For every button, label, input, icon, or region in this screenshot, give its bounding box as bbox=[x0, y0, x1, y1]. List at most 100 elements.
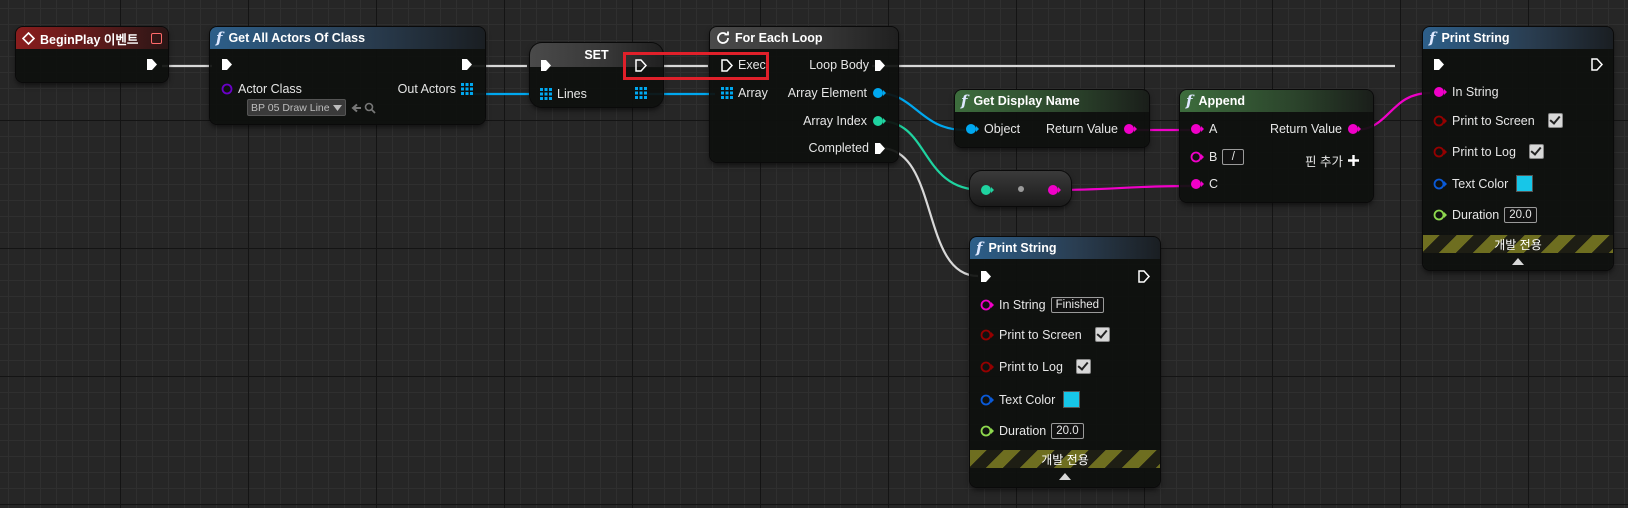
in-string-pin[interactable]: In String bbox=[1433, 85, 1504, 99]
array-pin-icon bbox=[721, 87, 733, 99]
string-pin-icon bbox=[1348, 124, 1361, 134]
object-pin-icon bbox=[873, 88, 886, 98]
print-string-node-bottom[interactable]: f Print String In String Finished Print … bbox=[970, 237, 1160, 487]
exec-pin-icon bbox=[875, 59, 885, 71]
text-color-pin[interactable]: Text Color bbox=[1433, 175, 1534, 192]
get-all-actors-header: f Get All Actors Of Class bbox=[210, 27, 485, 49]
in-string-input[interactable]: Finished bbox=[1050, 297, 1105, 313]
append-return-pin[interactable]: Return Value bbox=[1265, 122, 1361, 136]
print-to-log-checkbox[interactable] bbox=[1075, 359, 1091, 374]
print-to-screen-label: Print to Screen bbox=[1452, 113, 1535, 128]
print-to-screen-checkbox[interactable] bbox=[1094, 327, 1110, 342]
use-selected-arrow-icon[interactable] bbox=[350, 102, 362, 114]
function-icon: f bbox=[1429, 29, 1436, 47]
in-string-pin[interactable]: In String Finished bbox=[980, 297, 1105, 313]
collapse-advanced-arrow-icon[interactable] bbox=[1059, 473, 1071, 480]
array-index-pin[interactable]: Array Index bbox=[798, 114, 886, 128]
out-actors-pin[interactable]: Out Actors bbox=[393, 82, 473, 96]
object-label: Object bbox=[984, 122, 1021, 136]
for-each-array-pin[interactable]: Array bbox=[721, 86, 773, 100]
duration-pin[interactable]: Duration 20.0 bbox=[1433, 207, 1537, 223]
print-to-log-label: Print to Log bbox=[999, 359, 1063, 374]
get-all-actors-node[interactable]: f Get All Actors Of Class Actor Class BP… bbox=[210, 27, 485, 124]
print-exec-out[interactable] bbox=[1138, 270, 1150, 283]
append-b-label: B bbox=[1209, 150, 1218, 164]
get-display-name-title: Get Display Name bbox=[973, 94, 1080, 108]
array-element-pin[interactable]: Array Element bbox=[783, 86, 886, 100]
text-color-pin[interactable]: Text Color bbox=[980, 391, 1081, 408]
duration-pin[interactable]: Duration 20.0 bbox=[980, 423, 1084, 439]
breakpoint-icon[interactable] bbox=[151, 32, 162, 44]
string-pin-icon bbox=[980, 299, 994, 311]
completed-pin[interactable]: Completed bbox=[804, 141, 886, 155]
text-color-label: Text Color bbox=[999, 392, 1056, 407]
set-exec-in[interactable] bbox=[540, 59, 552, 72]
array-pin-icon bbox=[635, 87, 647, 99]
object-pin[interactable]: Object bbox=[965, 122, 1025, 136]
bool-pin-icon bbox=[980, 361, 994, 372]
append-c-pin[interactable]: C bbox=[1190, 177, 1223, 191]
get-display-name-node[interactable]: f Get Display Name Object Return Value bbox=[955, 90, 1149, 147]
conversion-pins bbox=[981, 185, 1061, 195]
print-to-screen-pin[interactable]: Print to Screen bbox=[1433, 113, 1563, 128]
display-name-return-label: Return Value bbox=[1045, 122, 1118, 136]
print-exec-in[interactable] bbox=[1433, 58, 1445, 71]
exec-pin-icon bbox=[222, 59, 232, 70]
float-pin-icon bbox=[980, 425, 994, 437]
array-pin-icon bbox=[540, 88, 552, 100]
append-a-pin[interactable]: A bbox=[1190, 122, 1222, 136]
actor-class-select-row: BP 05 Draw Line bbox=[247, 99, 376, 116]
print-to-log-pin[interactable]: Print to Log bbox=[1433, 144, 1544, 159]
collapse-advanced-arrow-icon[interactable] bbox=[1512, 258, 1524, 265]
beginplay-exec-out[interactable] bbox=[146, 58, 158, 71]
append-b-pin[interactable]: B / bbox=[1190, 149, 1245, 165]
actor-class-select[interactable]: BP 05 Draw Line bbox=[247, 99, 346, 116]
print-to-log-checkbox[interactable] bbox=[1528, 144, 1544, 159]
set-lines-out-pin[interactable] bbox=[635, 87, 647, 99]
exec-pin-icon bbox=[462, 59, 472, 70]
beginplay-header: BeginPlay 이벤트 bbox=[16, 27, 168, 49]
loop-body-label: Loop Body bbox=[809, 58, 869, 72]
bool-pin-icon bbox=[1433, 146, 1447, 157]
print-exec-in[interactable] bbox=[980, 270, 992, 283]
for-each-loop-node[interactable]: For Each Loop Exec Array Loop Body Array… bbox=[710, 27, 898, 162]
duration-input[interactable]: 20.0 bbox=[1504, 207, 1537, 223]
append-b-input[interactable]: / bbox=[1222, 149, 1245, 165]
get-all-actors-exec-in[interactable] bbox=[221, 58, 233, 71]
display-name-return-pin[interactable]: Return Value bbox=[1041, 122, 1137, 136]
out-actors-label: Out Actors bbox=[397, 82, 456, 96]
int-to-string-conversion-node[interactable] bbox=[970, 171, 1071, 206]
exec-pin-icon bbox=[1138, 270, 1150, 283]
exec-pin-icon bbox=[981, 271, 991, 282]
array-label: Array bbox=[738, 86, 768, 100]
add-pin-label: 핀 추가 bbox=[1305, 155, 1343, 169]
actor-class-value: BP 05 Draw Line bbox=[251, 101, 330, 114]
actor-class-pin[interactable]: Actor Class bbox=[221, 82, 307, 96]
text-color-swatch[interactable] bbox=[1516, 175, 1534, 192]
struct-pin-icon bbox=[1433, 178, 1447, 189]
print-string-title: Print String bbox=[988, 241, 1057, 255]
beginplay-event-node[interactable]: BeginPlay 이벤트 bbox=[16, 27, 168, 82]
function-icon: f bbox=[976, 239, 983, 257]
print-to-log-pin[interactable]: Print to Log bbox=[980, 359, 1091, 374]
duration-label: Duration bbox=[999, 424, 1047, 438]
browse-search-icon[interactable] bbox=[364, 102, 376, 114]
actor-class-label: Actor Class bbox=[238, 82, 302, 96]
append-return-label: Return Value bbox=[1269, 122, 1342, 136]
print-to-screen-checkbox[interactable] bbox=[1547, 113, 1563, 128]
get-all-actors-exec-out[interactable] bbox=[461, 58, 473, 71]
print-string-node-top[interactable]: f Print String In String Print to Screen… bbox=[1423, 27, 1613, 270]
append-node[interactable]: f Append A B / C Return Value 핀 추가 bbox=[1180, 90, 1373, 202]
exec-highlight-box bbox=[623, 52, 769, 80]
duration-input[interactable]: 20.0 bbox=[1051, 423, 1084, 439]
set-lines-in-pin[interactable]: Lines bbox=[540, 87, 592, 101]
loop-body-pin[interactable]: Loop Body bbox=[804, 58, 886, 72]
plus-icon bbox=[1348, 155, 1359, 166]
print-to-screen-pin[interactable]: Print to Screen bbox=[980, 327, 1110, 342]
add-pin-button[interactable]: 핀 추가 bbox=[1300, 151, 1359, 170]
text-color-swatch[interactable] bbox=[1063, 391, 1081, 408]
exec-pin-icon bbox=[147, 59, 157, 70]
string-pin-icon bbox=[1191, 124, 1204, 134]
print-string-header: f Print String bbox=[970, 237, 1160, 259]
print-exec-out[interactable] bbox=[1591, 58, 1603, 71]
